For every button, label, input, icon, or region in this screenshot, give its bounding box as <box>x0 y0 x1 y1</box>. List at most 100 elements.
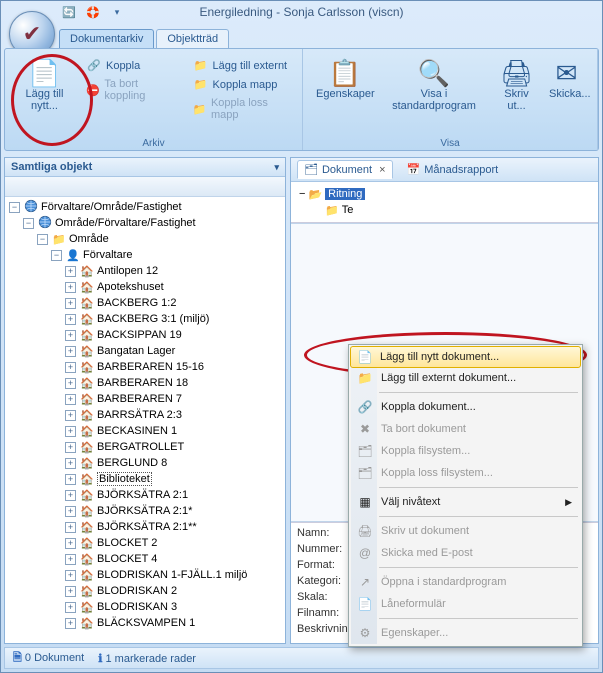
tree-node[interactable]: +🏠Apotekshuset <box>5 279 285 295</box>
tree-node-label: BARRSÄTRA 2:3 <box>97 409 182 421</box>
koppla-button[interactable]: 🔗Koppla <box>82 57 179 74</box>
tab-dokumentarkiv[interactable]: Dokumentarkiv <box>59 29 154 48</box>
visa-standard-button[interactable]: 🔍Visa i standardprogram <box>379 53 489 117</box>
tree-node[interactable]: +🏠Bangatan Lager <box>5 343 285 359</box>
tree-node[interactable]: −📁Område <box>5 231 285 247</box>
ribbon: 📄 Lägg till nytt... 🔗Koppla ⛔Ta bort kop… <box>4 48 599 151</box>
egenskaper-button[interactable]: 📋Egenskaper <box>311 53 379 105</box>
koppla-mapp-button[interactable]: 📁Koppla mapp <box>189 76 294 93</box>
tree-node-label: BLODRISKAN 3 <box>97 601 177 613</box>
context-menu-item[interactable]: ▦Välj nivåtext▶ <box>351 491 580 513</box>
tab-objekttrad[interactable]: Objektträd <box>156 29 229 48</box>
tree-node-icon: 🏠 <box>79 345 95 358</box>
tree-node-icon: 🏠 <box>79 281 95 294</box>
tree-node[interactable]: +🏠BARBERAREN 7 <box>5 391 285 407</box>
skicka-button[interactable]: ✉Skicka... <box>544 53 589 105</box>
tree-node[interactable]: +🏠BLÄCKSVAMPEN 1 <box>5 615 285 631</box>
add-new-document-button[interactable]: 📄 Lägg till nytt... <box>13 53 76 117</box>
menu-item-icon: 📁 <box>356 371 374 385</box>
qat-refresh-icon[interactable]: 🔄 <box>61 4 77 20</box>
tree-node[interactable]: +🏠BLODRISKAN 2 <box>5 583 285 599</box>
tree-toggle-icon[interactable]: − <box>51 250 62 261</box>
tree-node[interactable]: +🏠BECKASINEN 1 <box>5 423 285 439</box>
object-tree[interactable]: −Förvaltare/Område/Fastighet−Område/Förv… <box>5 197 285 643</box>
tab-dokument[interactable]: 🗂Dokument× <box>297 160 393 179</box>
tree-toggle-icon[interactable]: + <box>65 330 76 341</box>
tree-node-icon: 🏠 <box>79 521 95 534</box>
context-menu-item: 🗂Koppla filsystem... <box>351 440 580 462</box>
tree-toggle-icon[interactable]: − <box>37 234 48 245</box>
tree-node-label: BLOCKET 4 <box>97 553 157 565</box>
tree-node[interactable]: +🏠BACKSIPPAN 19 <box>5 327 285 343</box>
folder-ritning[interactable]: Ritning <box>325 188 365 200</box>
tree-node[interactable]: −Område/Förvaltare/Fastighet <box>5 215 285 231</box>
tree-toggle-icon[interactable]: + <box>65 490 76 501</box>
tree-toggle-icon[interactable]: + <box>65 346 76 357</box>
tree-node[interactable]: −👤Förvaltare <box>5 247 285 263</box>
tree-toggle-icon[interactable]: + <box>65 602 76 613</box>
tree-node[interactable]: +🏠BLODRISKAN 3 <box>5 599 285 615</box>
context-menu-item[interactable]: 📄Lägg till nytt dokument... <box>350 346 581 368</box>
tree-node[interactable]: +🏠BLOCKET 2 <box>5 535 285 551</box>
menu-item-icon: 🗂 <box>356 466 374 480</box>
context-menu-item[interactable]: 🔗Koppla dokument... <box>351 396 580 418</box>
tree-node[interactable]: +🏠Biblioteket <box>5 471 285 487</box>
menu-item-icon: 📄 <box>356 350 374 364</box>
tree-node[interactable]: +🏠BJÖRKSÄTRA 2:1* <box>5 503 285 519</box>
tree-toggle-icon[interactable]: + <box>65 618 76 629</box>
tree-node-icon: 🏠 <box>79 537 95 550</box>
context-menu-item[interactable]: 📁Lägg till externt dokument... <box>351 367 580 389</box>
tree-node[interactable]: +🏠BARBERAREN 18 <box>5 375 285 391</box>
tree-node[interactable]: +🏠BLODRISKAN 1-FJÄLL.1 miljö <box>5 567 285 583</box>
tree-toggle-icon[interactable]: + <box>65 394 76 405</box>
tab-manadsrapport[interactable]: 📅Månadsrapport <box>401 161 505 178</box>
context-menu[interactable]: 📄Lägg till nytt dokument...📁Lägg till ex… <box>348 344 583 647</box>
tree-node[interactable]: +🏠Antilopen 12 <box>5 263 285 279</box>
tree-toggle-icon[interactable]: + <box>65 538 76 549</box>
tree-toggle-icon[interactable]: + <box>65 266 76 277</box>
tree-toggle-icon[interactable]: + <box>65 458 76 469</box>
tree-toggle-icon[interactable]: − <box>9 202 20 213</box>
context-menu-item: ⚙Egenskaper... <box>351 622 580 644</box>
tree-toggle-icon[interactable]: + <box>65 298 76 309</box>
tree-toggle-icon[interactable]: + <box>65 362 76 373</box>
menu-item-label: Koppla filsystem... <box>381 445 470 457</box>
tree-toggle-icon[interactable]: + <box>65 506 76 517</box>
tree-toggle-icon[interactable]: + <box>65 378 76 389</box>
tree-node[interactable]: +🏠BARBERAREN 15-16 <box>5 359 285 375</box>
skriv-ut-button[interactable]: 🖨Skriv ut... <box>489 53 544 117</box>
lagg-till-externt-button[interactable]: 📁Lägg till externt <box>189 57 294 74</box>
tree-toggle-icon[interactable]: + <box>65 410 76 421</box>
tree-node[interactable]: +🏠BLOCKET 4 <box>5 551 285 567</box>
tree-node[interactable]: +🏠BERGLUND 8 <box>5 455 285 471</box>
tree-node[interactable]: +🏠BARRSÄTRA 2:3 <box>5 407 285 423</box>
status-bar: 🗎 0 Dokument ℹ 1 markerade rader <box>4 647 599 669</box>
tree-toggle-icon[interactable]: + <box>65 282 76 293</box>
chevron-down-icon[interactable]: ▾ <box>274 162 279 173</box>
close-icon[interactable]: × <box>379 164 385 176</box>
tree-toggle-icon[interactable]: + <box>65 474 76 485</box>
qat-dropdown-icon[interactable]: ▾ <box>109 4 125 20</box>
tree-toggle-icon[interactable]: + <box>65 314 76 325</box>
calendar-icon: 📅 <box>407 163 421 176</box>
tree-node[interactable]: +🏠BACKBERG 3:1 (miljö) <box>5 311 285 327</box>
folder-area[interactable]: −📂Ritning 📁Te <box>291 182 598 223</box>
tree-toggle-icon[interactable]: − <box>23 218 34 229</box>
tree-toggle-icon[interactable]: + <box>65 554 76 565</box>
qat-help-icon[interactable]: 🛟 <box>85 4 101 20</box>
tree-node[interactable]: +🏠BACKBERG 1:2 <box>5 295 285 311</box>
tree-node-label: BJÖRKSÄTRA 2:1* <box>97 505 192 517</box>
tree-collapse-icon[interactable]: − <box>299 188 305 200</box>
tree-toggle-icon[interactable]: + <box>65 570 76 581</box>
tree-node[interactable]: −Förvaltare/Område/Fastighet <box>5 199 285 215</box>
menu-item-label: Välj nivåtext <box>381 496 440 508</box>
tree-toggle-icon[interactable]: + <box>65 586 76 597</box>
tree-node[interactable]: +🏠BJÖRKSÄTRA 2:1 <box>5 487 285 503</box>
menu-item-icon: 🔗 <box>356 400 374 414</box>
tree-toggle-icon[interactable]: + <box>65 442 76 453</box>
tree-node[interactable]: +🏠BJÖRKSÄTRA 2:1** <box>5 519 285 535</box>
tree-node[interactable]: +🏠BERGATROLLET <box>5 439 285 455</box>
tree-toggle-icon[interactable]: + <box>65 522 76 533</box>
tree-toggle-icon[interactable]: + <box>65 426 76 437</box>
folder-te[interactable]: Te <box>342 204 354 216</box>
